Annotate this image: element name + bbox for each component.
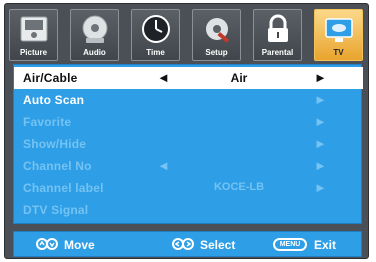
menu-item-channel-no: Channel No ◄ ► <box>14 155 363 177</box>
right-arrow-icon: ► <box>314 158 327 173</box>
lock-icon <box>268 14 288 42</box>
menu-item-label: Auto Scan <box>23 93 85 107</box>
right-arrow-icon: ► <box>314 114 327 129</box>
tab-time-label: Time <box>146 48 165 57</box>
tab-tv-label: TV <box>333 48 344 57</box>
right-arrow-icon: ► <box>314 180 327 195</box>
tab-bar: Picture Audio Time Setup Parental TV <box>9 9 366 61</box>
picture-icon <box>20 16 48 42</box>
right-arrow-icon[interactable]: ► <box>314 70 327 85</box>
hint-select: Select <box>200 238 236 252</box>
left-arrow-icon: ◄ <box>157 158 170 173</box>
menu-item-auto-scan[interactable]: Auto Scan ► <box>14 89 363 111</box>
tab-audio-label: Audio <box>83 48 106 57</box>
tab-picture[interactable]: Picture <box>9 9 58 61</box>
right-arrow-icon: ► <box>314 136 327 151</box>
menu-key-icon: MENU <box>273 238 307 251</box>
hint-exit: Exit <box>314 238 337 252</box>
tab-parental-label: Parental <box>261 48 294 57</box>
right-arrow-icon[interactable]: ► <box>314 92 327 107</box>
menu-item-label: Air/Cable <box>23 71 78 85</box>
menu-item-label: Favorite <box>23 115 72 129</box>
tab-picture-label: Picture <box>19 48 48 57</box>
menu-item-favorite: Favorite ► <box>14 111 363 133</box>
menu-item-label: Channel No <box>23 159 92 173</box>
wrench-icon <box>206 18 230 43</box>
audio-icon <box>82 15 108 43</box>
menu-item-channel-label: Channel label KOCE-LB ► <box>14 177 363 199</box>
menu-item-value: KOCE-LB <box>213 181 265 193</box>
menu-item-show-hide: Show/Hide ► <box>14 133 363 155</box>
clock-icon <box>142 15 170 43</box>
tab-setup-label: Setup <box>205 48 228 57</box>
menu-item-dtv-signal: DTV Signal <box>14 199 363 221</box>
menu-item-air-cable[interactable]: Air/Cable ◄ Air ► <box>14 67 363 89</box>
menu-item-label: Show/Hide <box>23 137 87 151</box>
tab-setup[interactable]: Setup <box>192 9 241 61</box>
tab-time[interactable]: Time <box>131 9 180 61</box>
hint-move: Move <box>64 238 95 252</box>
menu-item-label: Channel label <box>23 181 104 195</box>
tv-osd-menu: Picture Audio Time Setup Parental TV Air… <box>4 3 369 259</box>
tab-audio[interactable]: Audio <box>70 9 119 61</box>
menu-item-value: Air <box>230 71 248 85</box>
left-right-keys-icon <box>172 238 194 250</box>
left-arrow-icon[interactable]: ◄ <box>157 70 170 85</box>
up-down-keys-icon <box>36 238 58 250</box>
menu-item-label: DTV Signal <box>23 203 89 217</box>
key-hint-bar: Move Select MENU Exit <box>13 231 362 257</box>
tab-tv[interactable]: TV <box>314 9 363 61</box>
tab-parental[interactable]: Parental <box>253 9 302 61</box>
satellite-dish-icon <box>325 18 353 42</box>
tv-settings-panel: Air/Cable ◄ Air ► Auto Scan ► Favorite ►… <box>13 64 363 224</box>
